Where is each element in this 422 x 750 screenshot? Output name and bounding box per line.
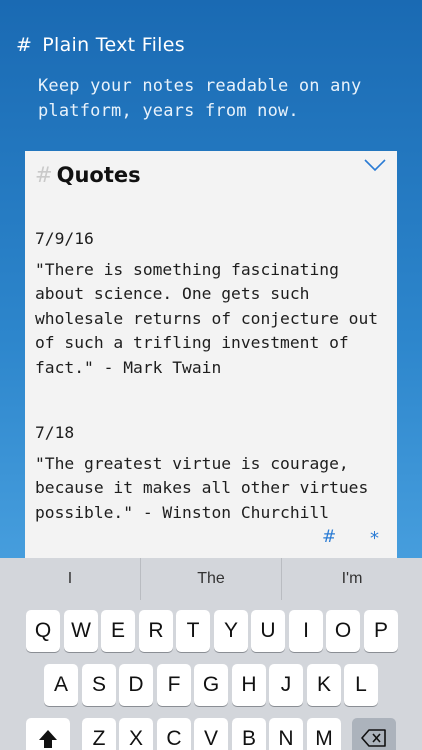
entry-text: "The greatest virtue is courage, because… <box>35 453 369 522</box>
predictive-bar: I The I'm <box>0 558 422 600</box>
key-k[interactable]: K <box>307 664 341 706</box>
promo-title-text: Plain Text Files <box>42 34 185 56</box>
key-row-2: A S D F G H J K L <box>0 664 422 706</box>
key-l[interactable]: L <box>344 664 378 706</box>
keyboard: I The I'm Q W E R T Y U I O P A S D F G … <box>0 558 422 750</box>
backspace-icon <box>361 729 386 747</box>
key-u[interactable]: U <box>251 610 285 652</box>
chevron-down-icon[interactable] <box>363 157 387 173</box>
title-hash: # <box>35 163 53 187</box>
entry-date: 7/18 <box>35 423 75 442</box>
key-h[interactable]: H <box>232 664 266 706</box>
entry-text: "There is something fascinating about sc… <box>35 259 379 377</box>
promo-title: # Plain Text Files <box>16 34 185 56</box>
key-e[interactable]: E <box>101 610 135 652</box>
shift-key[interactable] <box>26 718 70 750</box>
suggestion[interactable]: I'm <box>282 558 422 600</box>
suggestion[interactable]: The <box>141 558 282 600</box>
note-editor[interactable]: # Quotes 7/9/16 "There is something fasci… <box>25 151 397 561</box>
note-entry: 7/18 "The greatest virtue is courage, be… <box>35 421 391 525</box>
note-body[interactable]: 7/9/16 "There is something fascinating a… <box>35 227 391 561</box>
note-title-text: Quotes <box>56 163 141 187</box>
key-i[interactable]: I <box>289 610 323 652</box>
key-y[interactable]: Y <box>214 610 248 652</box>
key-f[interactable]: F <box>157 664 191 706</box>
key-row-3: Z X C V B N M <box>0 718 422 750</box>
key-x[interactable]: X <box>119 718 153 750</box>
key-v[interactable]: V <box>194 718 228 750</box>
key-m[interactable]: M <box>307 718 341 750</box>
note-title[interactable]: # Quotes <box>35 163 141 187</box>
key-w[interactable]: W <box>64 610 98 652</box>
key-row-1: Q W E R T Y U I O P <box>0 610 422 652</box>
key-d[interactable]: D <box>119 664 153 706</box>
shift-icon <box>39 730 57 748</box>
promo-subtitle: Keep your notes readable on any platform… <box>38 76 362 121</box>
key-j[interactable]: J <box>269 664 303 706</box>
key-o[interactable]: O <box>326 610 360 652</box>
insert-hash-button[interactable]: # <box>322 527 336 547</box>
note-entry: 7/9/16 "There is something fascinating a… <box>35 227 391 380</box>
key-q[interactable]: Q <box>26 610 60 652</box>
key-b[interactable]: B <box>232 718 266 750</box>
promo-hash: # <box>16 34 33 56</box>
key-s[interactable]: S <box>82 664 116 706</box>
key-t[interactable]: T <box>176 610 210 652</box>
key-z[interactable]: Z <box>82 718 116 750</box>
entry-date: 7/9/16 <box>35 229 94 248</box>
key-r[interactable]: R <box>139 610 173 652</box>
key-n[interactable]: N <box>269 718 303 750</box>
key-p[interactable]: P <box>364 610 398 652</box>
insert-star-button[interactable]: * <box>370 528 379 549</box>
backspace-key[interactable] <box>352 718 396 750</box>
key-g[interactable]: G <box>194 664 228 706</box>
key-a[interactable]: A <box>44 664 78 706</box>
promo-header: # Plain Text Files Keep your notes readab… <box>0 0 422 150</box>
key-c[interactable]: C <box>157 718 191 750</box>
suggestion[interactable]: I <box>0 558 141 600</box>
